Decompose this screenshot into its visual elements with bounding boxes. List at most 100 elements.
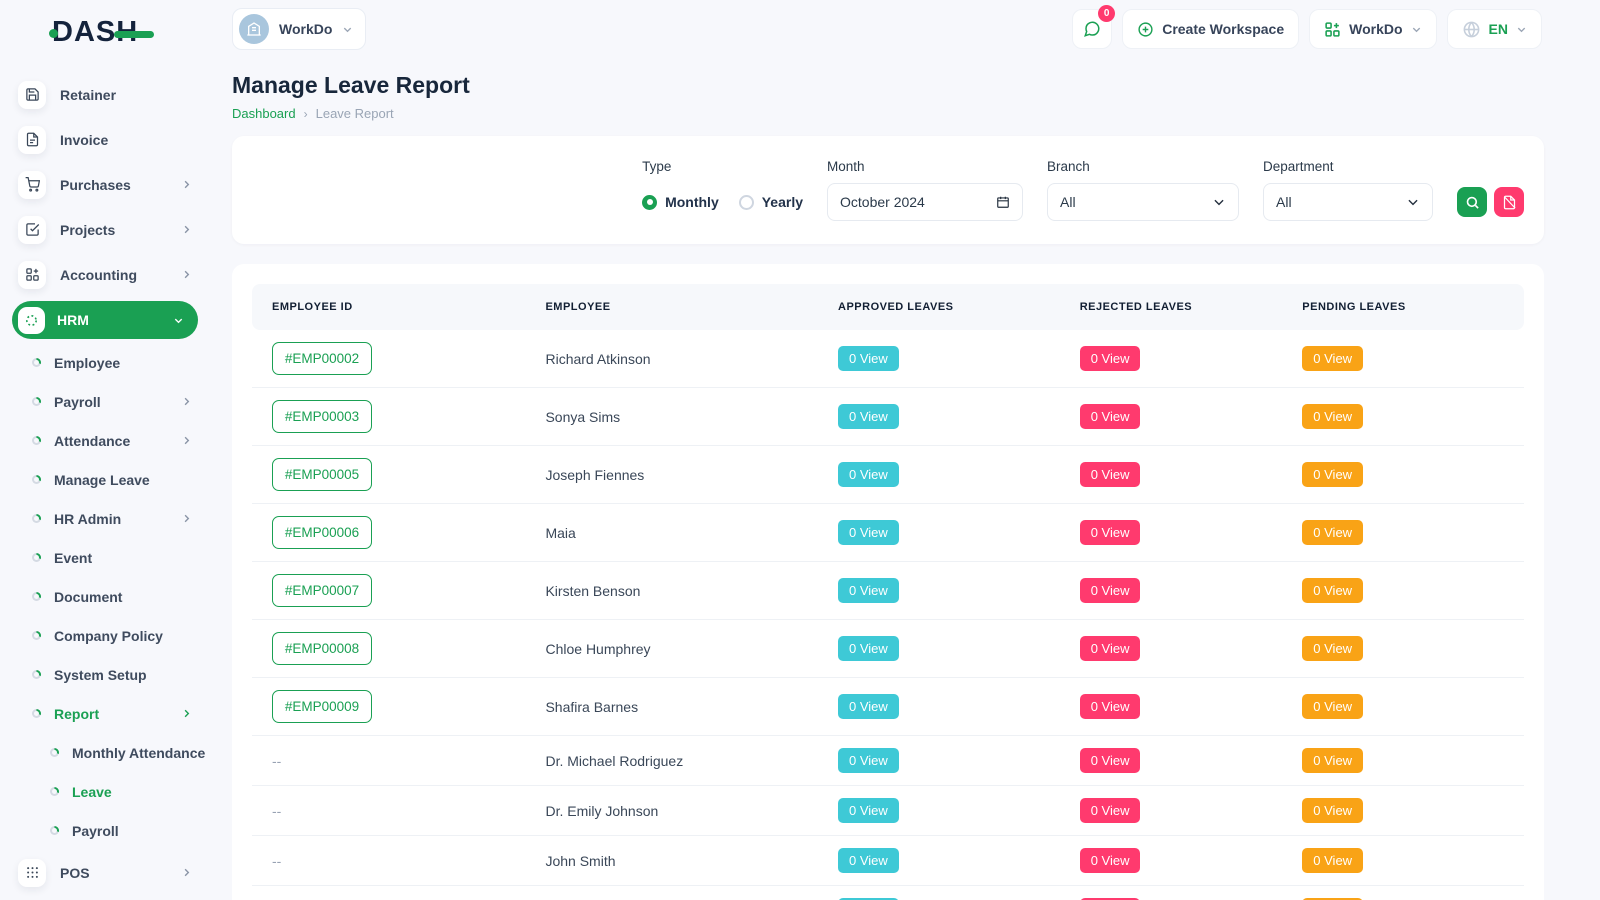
messages-button[interactable]: 0 [1072,9,1112,49]
bullet-icon [32,514,41,523]
chevron-right-icon [181,435,192,446]
employee-id-chip: -- [272,853,281,869]
pending-leaves-badge[interactable]: 0 View [1302,636,1363,661]
approved-leaves-badge[interactable]: 0 View [838,848,899,873]
sidebar-item-payroll[interactable]: Payroll [0,382,212,421]
sidebar-item-report-payroll[interactable]: Payroll [0,811,212,850]
sidebar-item-attendance[interactable]: Attendance [0,421,212,460]
approved-leaves-badge[interactable]: 0 View [838,694,899,719]
rejected-leaves-badge[interactable]: 0 View [1080,848,1141,873]
radio-monthly[interactable]: Monthly [642,194,719,210]
pending-leaves-badge[interactable]: 0 View [1302,346,1363,371]
sidebar-item-report[interactable]: Report [0,694,212,733]
employee-id-chip[interactable]: #EMP00005 [272,458,372,491]
rejected-leaves-badge[interactable]: 0 View [1080,636,1141,661]
bullet-icon [32,553,41,562]
employee-id-chip[interactable]: #EMP00007 [272,574,372,607]
employee-name: John Smith [545,853,615,869]
radio-yearly[interactable]: Yearly [739,194,803,210]
employee-id-chip[interactable]: #EMP00002 [272,342,372,375]
approved-leaves-badge[interactable]: 0 View [838,798,899,823]
sidebar-item-company-policy[interactable]: Company Policy [0,616,212,655]
search-button[interactable] [1457,187,1487,217]
chevron-down-icon [1411,24,1422,35]
sidebar-item-employee[interactable]: Employee [0,343,212,382]
pending-leaves-badge[interactable]: 0 View [1302,748,1363,773]
approved-leaves-badge[interactable]: 0 View [838,578,899,603]
approved-leaves-badge[interactable]: 0 View [838,520,899,545]
sidebar-item-retainer[interactable]: Retainer [0,72,212,117]
pending-leaves-badge[interactable]: 0 View [1302,848,1363,873]
sidebar-item-monthly-attendance[interactable]: Monthly Attendance [0,733,212,772]
create-workspace-button[interactable]: Create Workspace [1122,9,1299,49]
sidebar-item-accounting[interactable]: Accounting [0,252,212,297]
logo[interactable]: DASH [0,0,212,64]
reset-filter-button[interactable] [1494,187,1524,217]
bullet-icon [50,748,59,757]
rejected-leaves-badge[interactable]: 0 View [1080,578,1141,603]
branch-select[interactable]: All [1047,183,1239,221]
sidebar-item-system-setup[interactable]: System Setup [0,655,212,694]
pending-leaves-badge[interactable]: 0 View [1302,798,1363,823]
plus-circle-icon [1137,21,1154,38]
rejected-leaves-badge[interactable]: 0 View [1080,404,1141,429]
sidebar-item-purchases[interactable]: Purchases [0,162,212,207]
rejected-leaves-badge[interactable]: 0 View [1080,462,1141,487]
grid-plus-icon [1324,21,1341,38]
approved-leaves-badge[interactable]: 0 View [838,748,899,773]
employee-id-chip: -- [272,803,281,819]
employee-id-chip[interactable]: #EMP00003 [272,400,372,433]
rejected-leaves-badge[interactable]: 0 View [1080,520,1141,545]
employee-id-chip: -- [272,753,281,769]
month-input[interactable]: October 2024 [827,183,1023,221]
workspace-selector[interactable]: WorkDo [232,8,366,50]
rejected-leaves-badge[interactable]: 0 View [1080,694,1141,719]
chevron-right-icon [181,224,192,235]
pending-leaves-badge[interactable]: 0 View [1302,404,1363,429]
sidebar-item-label: Purchases [60,177,131,193]
pending-leaves-badge[interactable]: 0 View [1302,520,1363,545]
radio-unselected-icon [739,195,754,210]
sidebar-item-document[interactable]: Document [0,577,212,616]
language-selector[interactable]: EN [1447,9,1542,49]
sidebar-item-label: Invoice [60,132,108,148]
rejected-leaves-badge[interactable]: 0 View [1080,798,1141,823]
cart-icon [18,171,46,199]
pending-leaves-badge[interactable]: 0 View [1302,694,1363,719]
rejected-leaves-badge[interactable]: 0 View [1080,748,1141,773]
topbar: WorkDo 0 Create Workspace WorkDo EN [212,0,1600,58]
employee-name: Chloe Humphrey [545,641,650,657]
approved-leaves-badge[interactable]: 0 View [838,462,899,487]
topbar-actions: 0 Create Workspace WorkDo EN [1072,9,1542,49]
table-row: #EMP00006 Maia 0 View 0 View 0 View [252,504,1524,562]
bullet-icon [50,826,59,835]
sidebar-item-invoice[interactable]: Invoice [0,117,212,162]
employee-id-chip[interactable]: #EMP00009 [272,690,372,723]
chevron-right-icon [181,269,192,280]
radio-selected-icon [642,195,657,210]
sidebar-item-projects[interactable]: Projects [0,207,212,252]
employee-id-chip[interactable]: #EMP00006 [272,516,372,549]
workdo-menu-button[interactable]: WorkDo [1309,9,1436,49]
approved-leaves-badge[interactable]: 0 View [838,404,899,429]
rejected-leaves-badge[interactable]: 0 View [1080,346,1141,371]
search-icon [1465,195,1480,210]
pending-leaves-badge[interactable]: 0 View [1302,462,1363,487]
sidebar-item-manage-leave[interactable]: Manage Leave [0,460,212,499]
sidebar-item-hr-admin[interactable]: HR Admin [0,499,212,538]
employee-id-chip[interactable]: #EMP00008 [272,632,372,665]
sidebar-item-leave[interactable]: Leave [0,772,212,811]
bullet-icon [32,436,41,445]
approved-leaves-badge[interactable]: 0 View [838,636,899,661]
month-label: Month [827,159,1023,174]
pending-leaves-badge[interactable]: 0 View [1302,578,1363,603]
sidebar-item-event[interactable]: Event [0,538,212,577]
table-row: #EMP00003 Sonya Sims 0 View 0 View 0 Vie… [252,388,1524,446]
sidebar-item-hrm[interactable]: HRM [12,301,198,339]
breadcrumb-dashboard-link[interactable]: Dashboard [232,106,296,121]
approved-leaves-badge[interactable]: 0 View [838,346,899,371]
department-select[interactable]: All [1263,183,1433,221]
sidebar-item-pos[interactable]: POS [0,850,212,895]
invoice-icon [18,126,46,154]
table-row: -- Dr. Michael Rodriguez 0 View 0 View 0… [252,736,1524,786]
